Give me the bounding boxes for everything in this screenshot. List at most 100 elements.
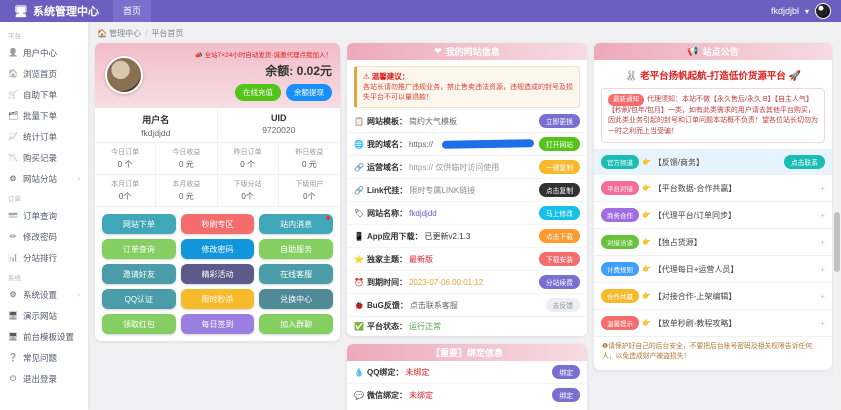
quick-button-在线客服[interactable]: 在线客服: [259, 264, 333, 284]
contact-link[interactable]: 【反馈/商务】: [654, 157, 779, 168]
site-info-row: 🌐我的域名：https://打开网站: [347, 133, 587, 156]
点击复制-button[interactable]: 点击复制: [539, 183, 580, 197]
quick-button-QQ认证[interactable]: QQ认证: [102, 289, 176, 309]
下载安装-button[interactable]: 下载安装: [539, 252, 580, 266]
点击下载-button[interactable]: 点击下载: [539, 229, 580, 243]
sidebar-item-网站分站[interactable]: ⚙网站分站›: [0, 168, 88, 189]
site-info-row: 📋网站模板：简约大气模板立即更换: [347, 110, 587, 133]
bind-button[interactable]: 绑定: [552, 388, 580, 402]
row-value: fkdjdjdd: [409, 209, 534, 218]
立即更换-button[interactable]: 立即更换: [539, 114, 580, 128]
sidebar-item-自助下单[interactable]: 🛒自助下单: [0, 84, 88, 105]
notice-row[interactable]: 对接洽谈👉【独占货源】+: [594, 228, 832, 255]
breadcrumb-root[interactable]: 🏠 管理中心: [97, 29, 141, 38]
sidebar-item-icon: 🗂: [8, 111, 18, 120]
sidebar-item-label: 修改密码: [23, 231, 57, 243]
row-label: Link代挂：: [367, 185, 407, 196]
sidebar-item-批量下单[interactable]: 🗂批量下单: [0, 105, 88, 126]
pointer-icon: 👉: [642, 265, 651, 273]
notice-row-link[interactable]: 【代理平台/订单同步】: [654, 210, 817, 221]
sidebar-item-常见问题[interactable]: ❓常见问题: [0, 347, 88, 368]
quick-button-修改密码[interactable]: 修改密码: [181, 239, 255, 259]
stat-value: 0 个: [218, 159, 278, 170]
site-info-card-header: ❤ 我的网站信息: [347, 43, 587, 60]
notice-row[interactable]: 温馨提示👉【放单秒刷-教程攻略】+: [594, 309, 832, 336]
sidebar-item-演示网站[interactable]: 🖥演示网站: [0, 305, 88, 326]
sidebar-item-浏览首页[interactable]: 🏠浏览首页: [0, 63, 88, 84]
sidebar-item-用户中心[interactable]: 👤用户中心: [0, 42, 88, 63]
pointer-icon: 👉: [642, 319, 651, 327]
notice-row[interactable]: 计费规则👉【代理每日+运营人员】+: [594, 255, 832, 282]
sidebar-item-icon: 🏠: [8, 69, 18, 78]
notice-row-link[interactable]: 【代理每日+运营人员】: [654, 264, 817, 275]
sidebar-item-购买记录[interactable]: 📉购买记录: [0, 147, 88, 168]
quick-button-邀请好友[interactable]: 邀请好友: [102, 264, 176, 284]
notice-row[interactable]: 平台对接👉【平台数据-合作共赢】+: [594, 174, 832, 201]
一键复制-button[interactable]: 一键复制: [539, 160, 580, 174]
contact-badge: 官方频道: [601, 155, 639, 169]
sidebar-item-分站排行[interactable]: 📊分站排行: [0, 247, 88, 268]
quick-button-秒刷专区[interactable]: 秒刷专区: [181, 214, 255, 234]
stat-cell: 昨日订单0 个: [218, 143, 279, 175]
row-label: 独家主题：: [367, 254, 407, 265]
row-icon: 🐞: [354, 301, 364, 310]
sidebar-item-系统设置[interactable]: ⚙系统设置›: [0, 284, 88, 305]
scrollbar-thumb[interactable]: [834, 212, 840, 272]
sidebar-item-前台模板设置[interactable]: 🖥前台模板设置: [0, 326, 88, 347]
uid-value: 9720020: [218, 125, 341, 135]
notice-row[interactable]: 商务合作👉【代理平台/订单同步】+: [594, 201, 832, 228]
sidebar-section-label: 系统: [0, 268, 88, 284]
bind-button[interactable]: 绑定: [552, 365, 580, 379]
avatar[interactable]: [815, 3, 831, 19]
quick-button-领取红包[interactable]: 领取红包: [102, 314, 176, 334]
plus-icon: +: [820, 238, 825, 247]
main-content: 🏠 管理中心/平台首页 📣 全站7×24小时自动发货·诚邀代理点我加入！ 余额:…: [88, 22, 841, 410]
sidebar-section-label: 平台: [0, 26, 88, 42]
scrollbar[interactable]: [833, 22, 841, 410]
quick-button-自助服务[interactable]: 自助服务: [259, 239, 333, 259]
sidebar-item-统计订单[interactable]: 📈统计订单: [0, 126, 88, 147]
chevron-down-icon[interactable]: ▾: [805, 7, 809, 16]
打开网站-button[interactable]: 打开网站: [539, 137, 580, 151]
row-label: 网站模板：: [367, 116, 407, 127]
row-label: 网站名称：: [367, 208, 407, 219]
binding-status: 未绑定: [409, 390, 547, 401]
notice-row-link[interactable]: 【平台数据-合作共赢】: [654, 183, 817, 194]
nav-home-tab[interactable]: 首页: [113, 0, 151, 22]
quick-button-限时秒杀[interactable]: 限时秒杀: [181, 289, 255, 309]
余额提现-button[interactable]: 余额提现: [286, 84, 332, 101]
quick-button-加入群聊[interactable]: 加入群聊: [259, 314, 333, 334]
quick-button-网站下单[interactable]: 网站下单: [102, 214, 176, 234]
sidebar-item-修改密码[interactable]: ✏修改密码: [0, 226, 88, 247]
profile-avatar[interactable]: [105, 56, 143, 94]
stat-cell: 下级分站0个: [218, 175, 279, 207]
app-brand: 🖥 系统管理中心: [0, 3, 113, 19]
row-value: 最新版: [409, 254, 534, 265]
在线充值-button[interactable]: 在线充值: [235, 84, 281, 101]
sidebar-item-订单查询[interactable]: 💳订单查询: [0, 205, 88, 226]
nav-username[interactable]: fkdjdjbl: [771, 6, 799, 16]
notice-row[interactable]: 合作共赢👉【对接合作-上架编辑】+: [594, 282, 832, 309]
row-icon: 🌐: [354, 140, 364, 149]
去反馈-button[interactable]: 去反馈: [546, 298, 580, 312]
site-info-row: 🐞BuG反馈：点击联系客服去反馈: [347, 294, 587, 317]
contact-button[interactable]: 点击联系: [784, 155, 825, 169]
row-icon: 📋: [354, 117, 364, 126]
notice-headline-text: 老平台扬帆起航-打造低价货源平台: [640, 71, 786, 82]
stat-cell: 今日收益0 元: [156, 143, 217, 175]
quick-button-精彩活动[interactable]: 精彩活动: [181, 264, 255, 284]
notice-row-link[interactable]: 【放单秒刷-教程攻略】: [654, 318, 817, 329]
username-value: fkdjdjdd: [95, 128, 217, 138]
分站续费-button[interactable]: 分站续费: [539, 275, 580, 289]
quick-button-站内消息[interactable]: 站内消息: [259, 214, 333, 234]
quick-button-兑换中心[interactable]: 兑换中心: [259, 289, 333, 309]
binding-row: 💧QQ绑定：未绑定绑定: [347, 361, 587, 384]
quick-button-订单查询[interactable]: 订单查询: [102, 239, 176, 259]
sidebar-item-label: 演示网站: [23, 310, 57, 322]
notice-row-link[interactable]: 【独占货源】: [654, 237, 817, 248]
sidebar-item-退出登录[interactable]: ⏻退出登录: [0, 368, 88, 389]
notice-row-link[interactable]: 【对接合作-上架编辑】: [654, 291, 817, 302]
quick-button-每日签到[interactable]: 每日签到: [181, 314, 255, 334]
pointer-icon: 👉: [642, 158, 651, 166]
马上修改-button[interactable]: 马上修改: [539, 206, 580, 220]
